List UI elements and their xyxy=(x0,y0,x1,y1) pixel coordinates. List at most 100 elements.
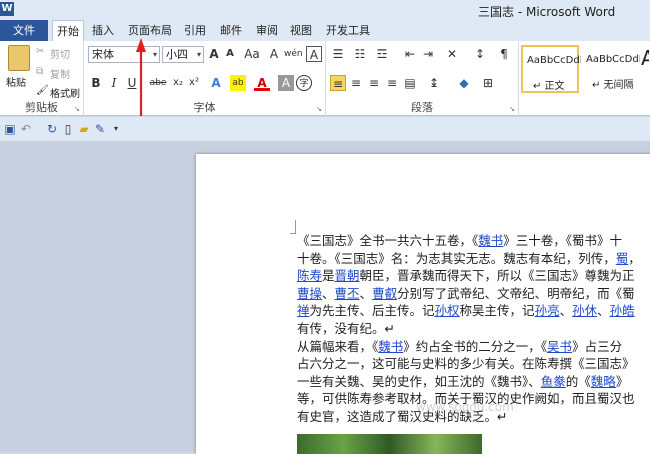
hyperlink[interactable]: 魏略 xyxy=(591,374,616,389)
text-line[interactable]: 陈寿是晋朝朝臣，晋承魏而得天下，所以《三国志》尊魏为正 xyxy=(297,267,650,285)
underline-button[interactable]: U xyxy=(124,75,140,91)
dialog-launcher-icon[interactable]: ↘ xyxy=(74,105,80,113)
copy-button[interactable]: 复制 xyxy=(50,66,70,81)
char-border-icon[interactable]: A xyxy=(306,46,322,62)
text-line[interactable]: 从篇幅来看，《魏书》约占全书的二分之一，《吴书》占三分 xyxy=(297,338,650,356)
font-size-combo[interactable]: 小四 ▾ xyxy=(162,46,204,63)
numbering-icon[interactable]: ☷ xyxy=(352,46,368,62)
text-line[interactable]: 一些有关魏、吴的史作，如王沈的《魏书》、鱼豢的《魏略》 xyxy=(297,373,650,391)
hyperlink[interactable]: 晋朝 xyxy=(335,268,360,283)
paste-icon[interactable] xyxy=(8,45,30,71)
embedded-image[interactable] xyxy=(297,434,482,454)
customize-qat-icon[interactable]: ▾ xyxy=(108,121,124,137)
hyperlink[interactable]: 吴书 xyxy=(547,339,572,354)
copy-icon[interactable]: ⧉ xyxy=(36,66,43,77)
align-left-icon[interactable]: ≡ xyxy=(330,75,346,91)
strikethrough-button[interactable]: abe xyxy=(148,75,168,91)
word-icon[interactable]: W xyxy=(0,2,14,16)
style-heading[interactable]: A xyxy=(640,45,650,93)
line-spacing-icon[interactable]: ↨ xyxy=(426,75,442,91)
hyperlink[interactable]: 蜀 xyxy=(616,251,629,266)
tab-references[interactable]: 引用 xyxy=(182,20,208,41)
text-line[interactable]: 十卷。《三国志》名：为志其实无志。魏志有本纪，列传，蜀， xyxy=(297,250,650,268)
cut-button[interactable]: 剪切 xyxy=(50,46,70,61)
subscript-button[interactable]: x₂ xyxy=(170,75,186,91)
dialog-launcher-icon[interactable]: ↘ xyxy=(316,105,322,113)
cut-icon[interactable]: ✂ xyxy=(36,46,44,57)
font-group: 宋体 ▾ 小四 ▾ A A Aa A wén A B I U abe x₂ x² A… xyxy=(84,41,326,116)
char-shading-icon[interactable]: A xyxy=(278,75,294,91)
text-line[interactable]: 曹操、曹丕、曹叡分别写了武帝纪、文帝纪、明帝纪，而《蜀 xyxy=(297,285,650,303)
text-line[interactable]: 有传，没有纪。↵ xyxy=(297,320,650,338)
tab-insert[interactable]: 插入 xyxy=(90,20,116,41)
tab-home[interactable]: 开始 xyxy=(52,20,84,41)
style-no-spacing[interactable]: AaBbCcDdI ↵ 无间隔 xyxy=(581,45,642,93)
edit-icon[interactable]: ✎ xyxy=(92,121,108,137)
hyperlink[interactable]: 曹操 xyxy=(297,286,322,301)
tab-page-layout[interactable]: 页面布局 xyxy=(126,20,174,41)
quick-access-toolbar: ▣ ↶ ↻ ▯ ▰ ✎ ▾ xyxy=(0,117,650,141)
highlight-icon[interactable]: ab xyxy=(230,75,246,91)
redo-icon[interactable]: ↻ xyxy=(44,121,60,137)
hyperlink[interactable]: 禅 xyxy=(297,303,310,318)
grow-font-icon[interactable]: A xyxy=(206,46,222,62)
new-document-icon[interactable]: ▯ xyxy=(60,121,76,137)
text-line[interactable]: 占六分之一，这可能与史料的多少有关。在陈寿撰《三国志》 xyxy=(297,355,650,373)
title-bar: W 三国志 - Microsoft Word xyxy=(0,0,650,20)
ribbon-tabs: 文件 开始 插入 页面布局 引用 邮件 审阅 视图 开发工具 xyxy=(0,20,650,41)
text-line[interactable]: 禅为先主传、后主传。记孙权称吴主传，记孙亮、孙休、孙皓 xyxy=(297,302,650,320)
save-icon[interactable]: ▣ xyxy=(2,121,18,137)
hyperlink[interactable]: 孙亮 xyxy=(535,303,560,318)
hyperlink[interactable]: 曹叡 xyxy=(372,286,397,301)
enclose-char-icon[interactable]: 字 xyxy=(296,75,312,91)
tab-review[interactable]: 审阅 xyxy=(254,20,280,41)
document-canvas[interactable]: 《三国志》全书一共六十五卷，《魏书》三十卷，《蜀书》十 十卷。《三国志》名：为志其… xyxy=(0,141,650,454)
paragraph-shading-icon[interactable]: ◆ xyxy=(456,75,472,91)
hyperlink[interactable]: 魏书 xyxy=(478,233,503,248)
document-body[interactable]: 《三国志》全书一共六十五卷，《魏书》三十卷，《蜀书》十 十卷。《三国志》名：为志其… xyxy=(297,232,650,426)
superscript-button[interactable]: x² xyxy=(186,75,202,91)
hyperlink[interactable]: 陈寿 xyxy=(297,268,322,283)
text-line[interactable]: 《三国志》全书一共六十五卷，《魏书》三十卷，《蜀书》十 xyxy=(297,232,650,250)
text-run: 分别写了武帝纪、文帝纪、明帝纪，而《蜀 xyxy=(397,285,635,301)
style-normal[interactable]: AaBbCcDdI ↵ 正文 xyxy=(521,45,583,93)
hyperlink[interactable]: 鱼豢 xyxy=(541,374,566,389)
shrink-font-icon[interactable]: A xyxy=(222,46,238,62)
document-page[interactable]: 《三国志》全书一共六十五卷，《魏书》三十卷，《蜀书》十 十卷。《三国志》名：为志其… xyxy=(196,154,650,454)
show-marks-icon[interactable]: ¶ xyxy=(496,46,512,62)
bold-button[interactable]: B xyxy=(88,75,104,91)
undo-icon[interactable]: ↶ xyxy=(18,121,34,137)
format-painter-button[interactable]: 格式刷 xyxy=(50,85,80,100)
tab-developer[interactable]: 开发工具 xyxy=(324,20,372,41)
sort-icon[interactable]: ↕ xyxy=(472,46,488,62)
tab-file[interactable]: 文件 xyxy=(0,20,48,41)
justify-icon[interactable]: ≡ xyxy=(384,75,400,91)
chinese-layout-icon[interactable]: ✕ xyxy=(444,46,460,62)
distributed-icon[interactable]: ▤ xyxy=(402,75,418,91)
bullets-icon[interactable]: ☰ xyxy=(330,46,346,62)
borders-icon[interactable]: ⊞ xyxy=(480,75,496,91)
paste-button[interactable]: 粘贴 xyxy=(6,74,26,89)
hyperlink[interactable]: 孙权 xyxy=(435,303,460,318)
hyperlink[interactable]: 曹丕 xyxy=(335,286,360,301)
decrease-indent-icon[interactable]: ⇤ xyxy=(402,46,418,62)
increase-indent-icon[interactable]: ⇥ xyxy=(420,46,436,62)
change-case-icon[interactable]: Aa xyxy=(242,46,262,62)
hyperlink[interactable]: 孙休 xyxy=(572,303,597,318)
font-color-icon[interactable]: A xyxy=(254,75,270,91)
multilevel-list-icon[interactable]: ☲ xyxy=(374,46,390,62)
dialog-launcher-icon[interactable]: ↘ xyxy=(509,105,515,113)
hyperlink[interactable]: 孙皓 xyxy=(610,303,635,318)
open-folder-icon[interactable]: ▰ xyxy=(76,121,92,137)
align-right-icon[interactable]: ≡ xyxy=(366,75,382,91)
format-painter-icon[interactable]: 🖌 xyxy=(36,85,49,96)
tab-mailings[interactable]: 邮件 xyxy=(218,20,244,41)
tab-view[interactable]: 视图 xyxy=(288,20,314,41)
clear-format-icon[interactable]: A xyxy=(266,46,282,62)
hyperlink[interactable]: 魏书 xyxy=(378,339,403,354)
font-name-combo[interactable]: 宋体 ▾ xyxy=(88,46,160,63)
phonetic-guide-icon[interactable]: wén xyxy=(284,46,303,62)
align-center-icon[interactable]: ≡ xyxy=(348,75,364,91)
italic-button[interactable]: I xyxy=(106,75,122,91)
text-effect-icon[interactable]: A xyxy=(208,75,224,91)
